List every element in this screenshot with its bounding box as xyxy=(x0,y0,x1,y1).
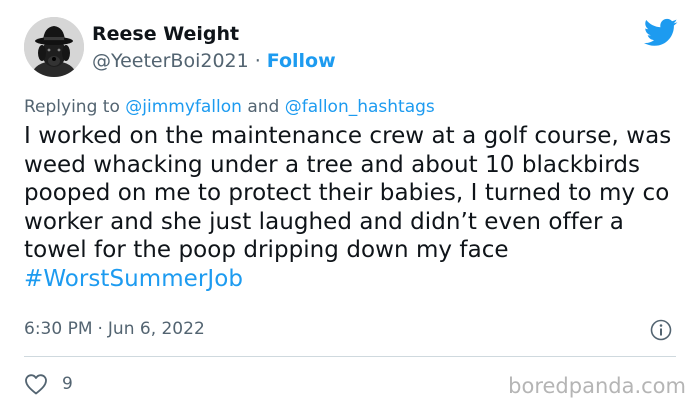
author-name[interactable]: Reese Weight xyxy=(92,22,239,46)
hashtag-link[interactable]: #WorstSummerJob xyxy=(24,266,243,292)
reply-context: Replying to @jimmyfallon and @fallon_has… xyxy=(24,96,435,118)
separator-dot: · xyxy=(254,50,261,72)
separator-dot: · xyxy=(97,319,103,339)
mention-link[interactable]: @fallon_hashtags xyxy=(285,97,435,117)
follow-button[interactable]: Follow xyxy=(267,50,336,72)
tweet-body: I worked on the maintenance crew at a go… xyxy=(24,123,672,264)
twitter-bird-icon[interactable] xyxy=(643,18,678,48)
author-handle[interactable]: @YeeterBoi2021 xyxy=(92,50,249,72)
heart-icon[interactable] xyxy=(24,373,48,395)
divider xyxy=(24,356,676,357)
tweet-time[interactable]: 6:30 PM xyxy=(24,319,93,339)
avatar[interactable] xyxy=(24,17,84,77)
tweet-card: Reese Weight @YeeterBoi2021 · Follow Reply… xyxy=(0,0,700,410)
tweet-text: I worked on the maintenance crew at a go… xyxy=(24,122,680,294)
timestamp[interactable]: 6:30 PM · Jun 6, 2022 xyxy=(24,318,205,340)
info-icon[interactable] xyxy=(650,319,672,341)
mention-link[interactable]: @jimmyfallon xyxy=(125,97,242,117)
reply-conjunction: and xyxy=(247,97,280,117)
watermark: boredpanda.com xyxy=(508,374,686,398)
reply-prefix: Replying to xyxy=(24,97,120,117)
author-handle-line: @YeeterBoi2021 · Follow xyxy=(92,49,336,73)
like-count: 9 xyxy=(62,374,73,394)
tweet-date[interactable]: Jun 6, 2022 xyxy=(108,319,205,339)
